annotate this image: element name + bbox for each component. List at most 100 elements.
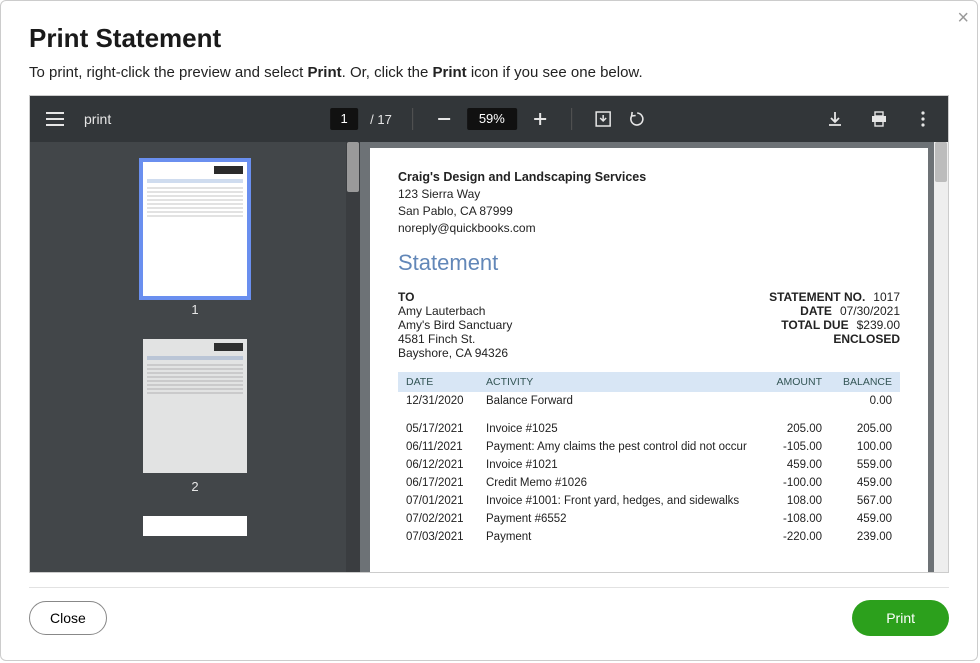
cell-balance: 100.00: [830, 438, 900, 456]
close-icon[interactable]: ×: [957, 7, 969, 30]
cell-date: 07/01/2021: [398, 492, 478, 510]
table-row: 12/31/2020Balance Forward 0.00: [398, 392, 900, 410]
table-row: 07/03/2021Payment-220.00239.00: [398, 528, 900, 546]
cell-date: 07/02/2021: [398, 510, 478, 528]
more-icon[interactable]: [912, 108, 934, 130]
cell-amount: 205.00: [760, 420, 830, 438]
instr-bold1: Print: [307, 64, 341, 81]
company-email: noreply@quickbooks.com: [398, 220, 900, 237]
cell-date: 06/11/2021: [398, 438, 478, 456]
cell-amount: 108.00: [760, 492, 830, 510]
col-activity: ACTIVITY: [478, 372, 760, 392]
separator: [412, 108, 413, 130]
modal-title: Print Statement: [29, 23, 949, 54]
col-amount: AMOUNT: [760, 372, 830, 392]
pdf-viewer: print 1 / 17 59%: [29, 95, 949, 573]
thumbnail-scrollbar[interactable]: [346, 142, 360, 572]
cell-date: 07/03/2021: [398, 528, 478, 546]
meta-value: 1017: [873, 290, 900, 304]
print-button[interactable]: Print: [852, 600, 949, 636]
statement-meta: STATEMENT NO. 1017 DATE 07/30/2021 TOTAL D…: [769, 290, 900, 360]
fit-page-icon[interactable]: [592, 108, 614, 130]
instr-bold2: Print: [432, 64, 466, 81]
zoom-out-icon[interactable]: [433, 108, 455, 130]
cell-activity: Invoice #1025: [478, 420, 760, 438]
cell-balance: 205.00: [830, 420, 900, 438]
company-address: 123 Sierra Way San Pablo, CA 87999 norep…: [398, 186, 900, 236]
cell-amount: 459.00: [760, 456, 830, 474]
statement-table: DATE ACTIVITY AMOUNT BALANCE 12/31/2020B…: [398, 372, 900, 546]
cell-activity: Payment: [478, 528, 760, 546]
addr-line: 123 Sierra Way: [398, 186, 900, 203]
instr-post: icon if you see one below.: [467, 64, 643, 81]
thumbnail-page-1[interactable]: [143, 162, 247, 296]
statement-heading: Statement: [398, 250, 900, 276]
cell-amount: -100.00: [760, 474, 830, 492]
toolbar-center: 1 / 17 59%: [330, 108, 648, 130]
col-balance: BALANCE: [830, 372, 900, 392]
current-page-input[interactable]: 1: [330, 108, 358, 130]
cell-date: 05/17/2021: [398, 420, 478, 438]
pdf-toolbar: print 1 / 17 59%: [30, 96, 948, 142]
to-company: Amy's Bird Sanctuary: [398, 318, 512, 332]
cell-balance: 0.00: [830, 392, 900, 410]
instr-pre: To print, right-click the preview and se…: [29, 64, 307, 81]
to-name: Amy Lauterbach: [398, 304, 512, 318]
cell-amount: -220.00: [760, 528, 830, 546]
doc-name: print: [84, 111, 111, 127]
to-addr: Bayshore, CA 94326: [398, 346, 512, 360]
cell-activity: Balance Forward: [478, 392, 760, 410]
cell-date: 06/12/2021: [398, 456, 478, 474]
meta-label: TOTAL DUE: [781, 318, 848, 332]
addr-line: San Pablo, CA 87999: [398, 203, 900, 220]
download-icon[interactable]: [824, 108, 846, 130]
document-panel[interactable]: Craig's Design and Landscaping Services …: [360, 142, 948, 572]
menu-icon[interactable]: [44, 108, 66, 130]
thumbnail-page-2[interactable]: [143, 339, 247, 473]
meta-label: DATE: [800, 304, 832, 318]
page-total: / 17: [370, 112, 392, 127]
zoom-in-icon[interactable]: [529, 108, 551, 130]
thumbnail-page-3[interactable]: [143, 516, 247, 536]
instruction-text: To print, right-click the preview and se…: [1, 64, 977, 95]
cell-balance: 459.00: [830, 510, 900, 528]
cell-amount: [760, 392, 830, 410]
toolbar-right: [824, 108, 934, 130]
cell-activity: Payment: Amy claims the pest control did…: [478, 438, 760, 456]
table-row: 05/17/2021Invoice #1025205.00205.00: [398, 420, 900, 438]
cell-balance: 567.00: [830, 492, 900, 510]
table-row: 07/02/2021Payment #6552-108.00459.00: [398, 510, 900, 528]
cell-balance: 559.00: [830, 456, 900, 474]
col-date: DATE: [398, 372, 478, 392]
meta-row: TO Amy Lauterbach Amy's Bird Sanctuary 4…: [398, 290, 900, 360]
table-row: 06/11/2021Payment: Amy claims the pest c…: [398, 438, 900, 456]
meta-value: $239.00: [857, 318, 900, 332]
cell-date: 12/31/2020: [398, 392, 478, 410]
meta-value: 07/30/2021: [840, 304, 900, 318]
table-row: 06/17/2021Credit Memo #1026-100.00459.00: [398, 474, 900, 492]
cell-amount: -108.00: [760, 510, 830, 528]
instr-mid: . Or, click the: [342, 64, 433, 81]
table-row: 06/12/2021Invoice #1021459.00559.00: [398, 456, 900, 474]
bill-to: TO Amy Lauterbach Amy's Bird Sanctuary 4…: [398, 290, 512, 360]
cell-amount: -105.00: [760, 438, 830, 456]
cell-activity: Invoice #1001: Front yard, hedges, and s…: [478, 492, 760, 510]
meta-label: STATEMENT NO.: [769, 290, 865, 304]
thumbnail-panel[interactable]: 1 2: [30, 142, 360, 572]
print-statement-modal: × Print Statement To print, right-click …: [0, 0, 978, 661]
document-scrollbar[interactable]: [934, 142, 948, 572]
cell-activity: Payment #6552: [478, 510, 760, 528]
close-button[interactable]: Close: [29, 601, 107, 635]
cell-date: 06/17/2021: [398, 474, 478, 492]
thumbnail-label: 1: [191, 302, 198, 317]
zoom-level-input[interactable]: 59%: [467, 108, 517, 130]
thumbnail-label: 2: [191, 479, 198, 494]
modal-header: Print Statement: [1, 1, 977, 64]
rotate-icon[interactable]: [626, 108, 648, 130]
modal-footer: Close Print: [29, 587, 949, 652]
to-label: TO: [398, 290, 512, 304]
cell-activity: Credit Memo #1026: [478, 474, 760, 492]
company-name: Craig's Design and Landscaping Services: [398, 170, 900, 184]
print-icon[interactable]: [868, 108, 890, 130]
separator: [571, 108, 572, 130]
